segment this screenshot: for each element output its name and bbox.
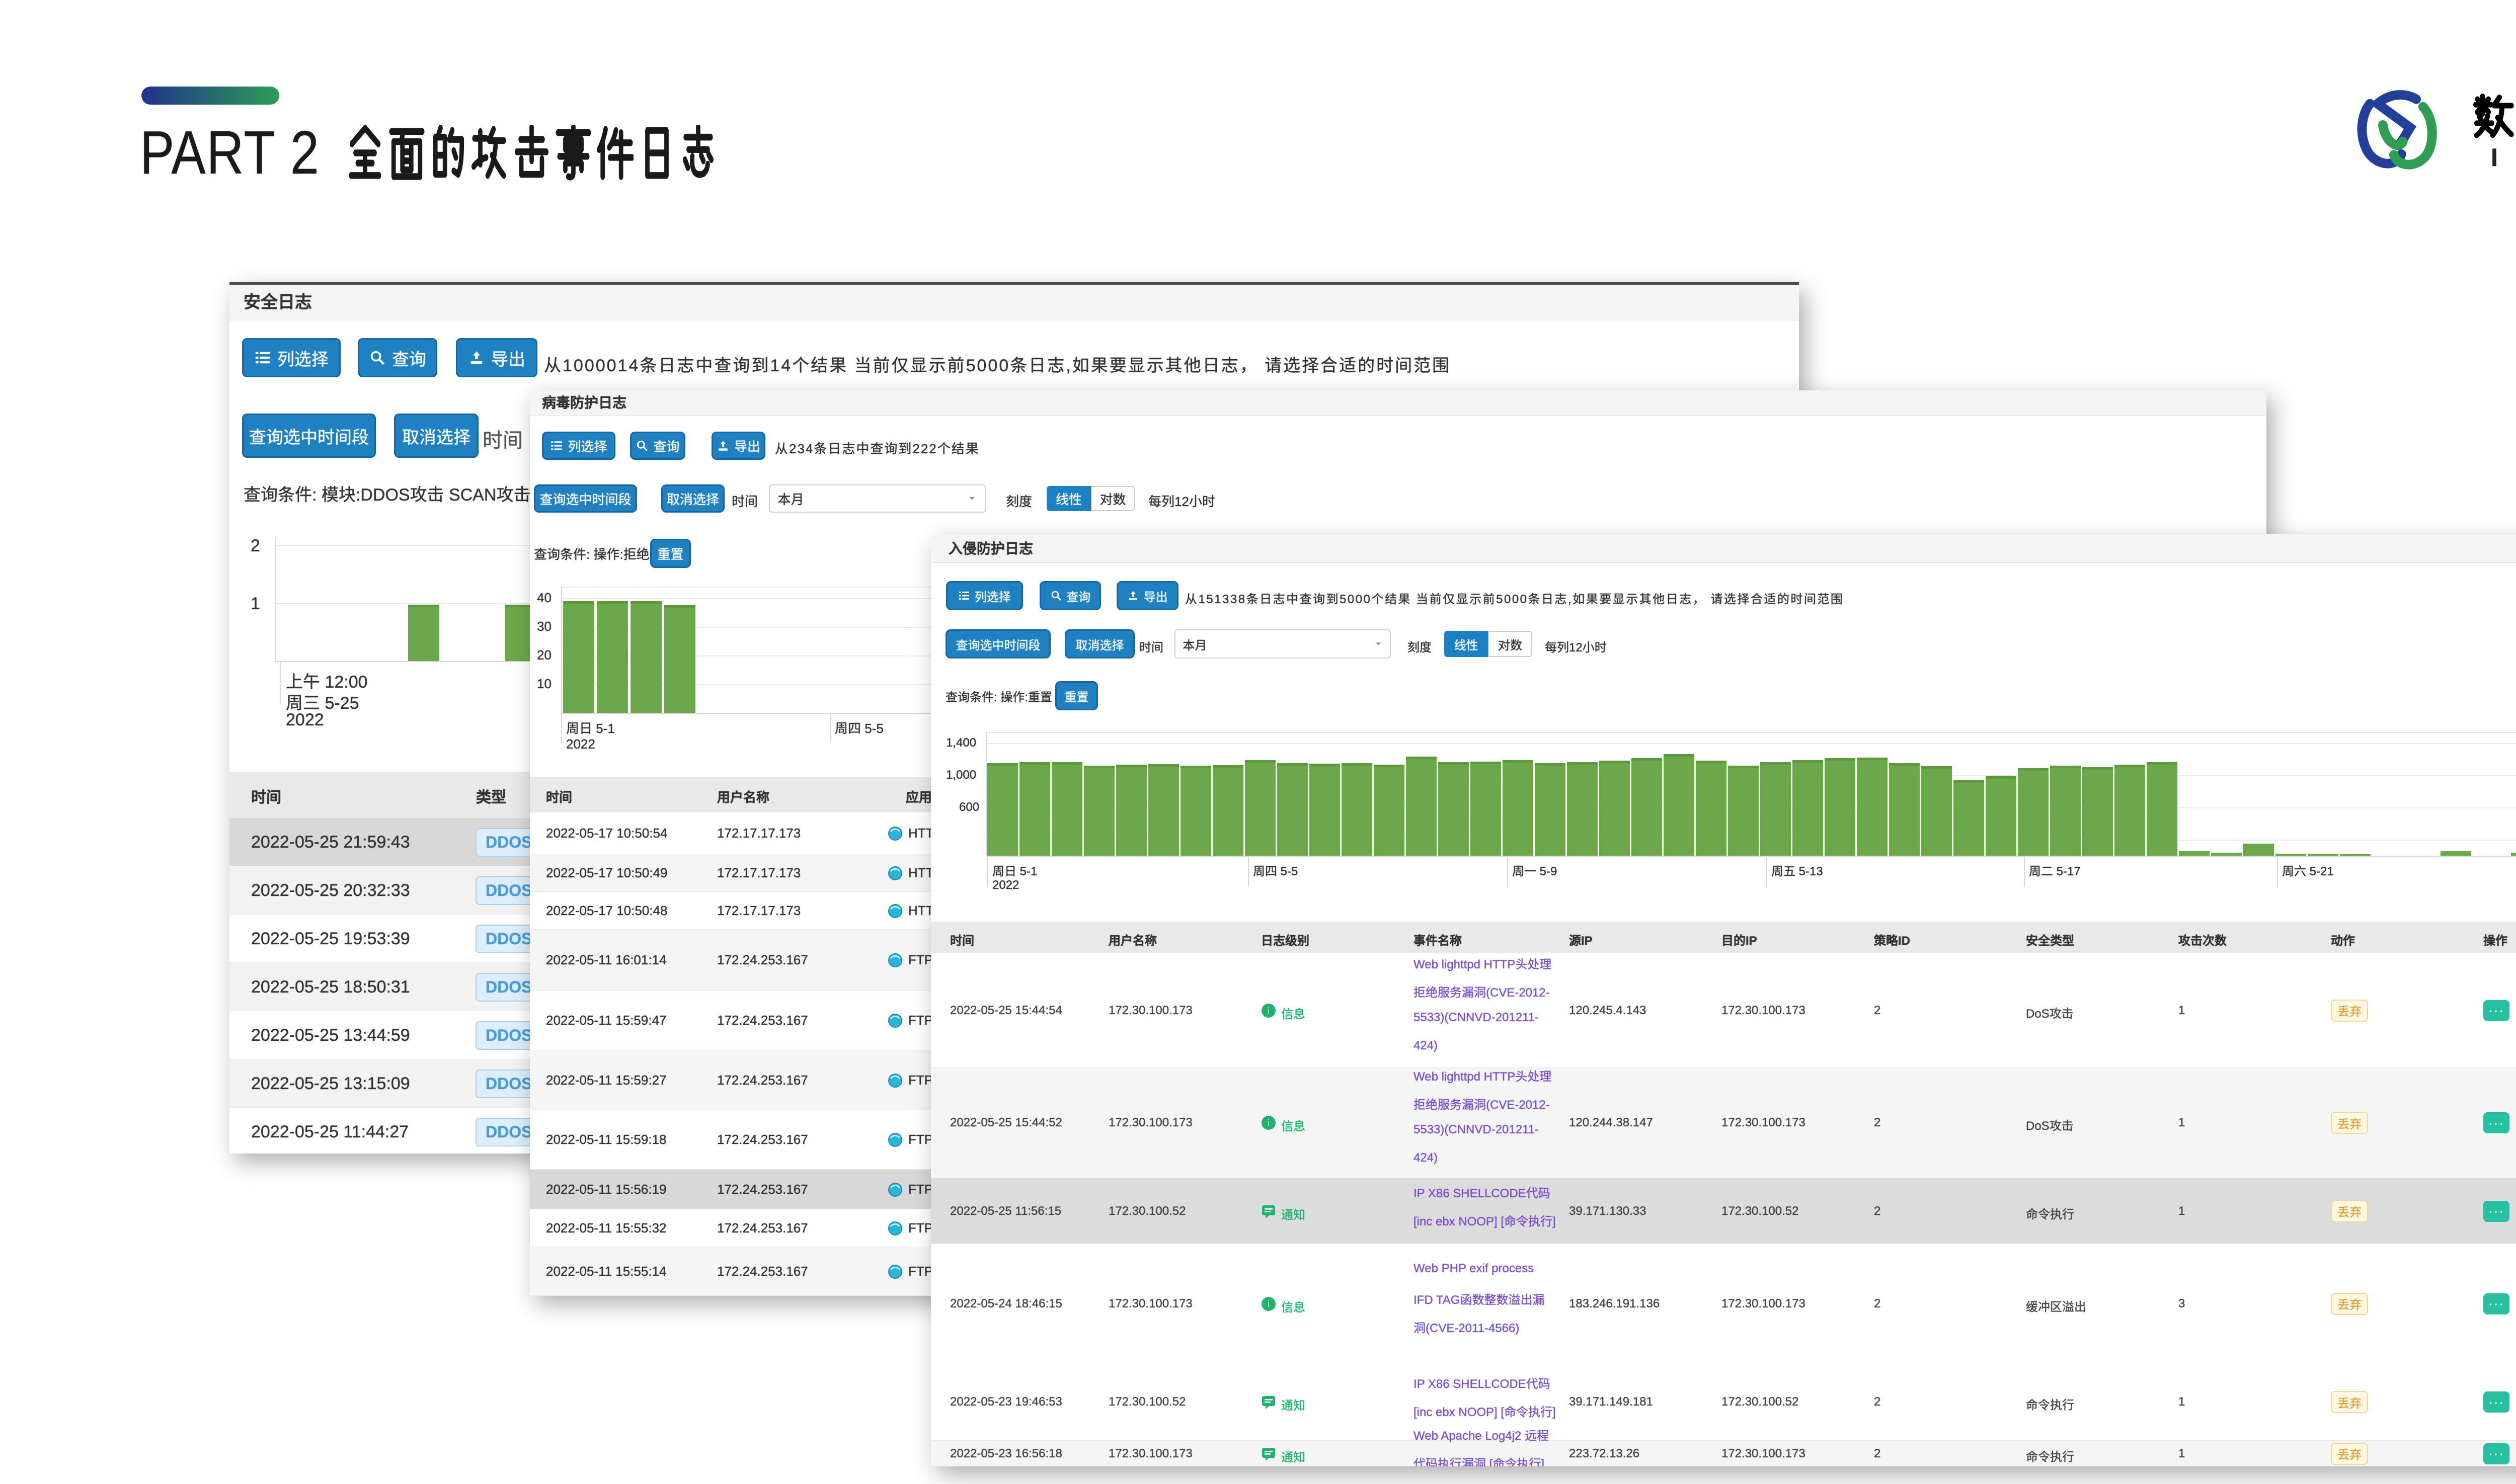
svg-text:i: i — [1268, 1006, 1270, 1016]
svg-text:i: i — [1268, 1299, 1270, 1309]
svg-text:i: i — [1268, 1118, 1270, 1128]
